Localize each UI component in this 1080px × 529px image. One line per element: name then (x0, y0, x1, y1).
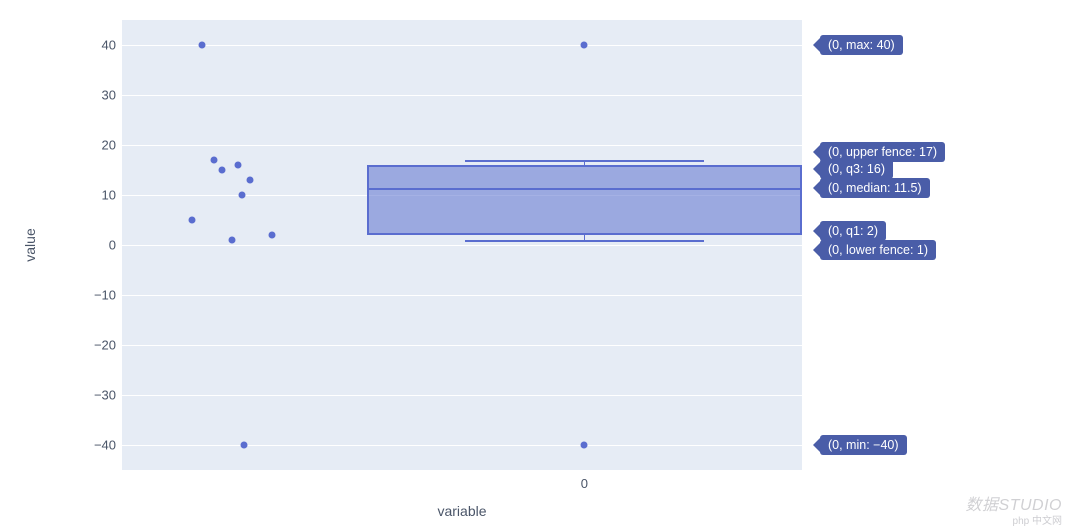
median-line (367, 188, 802, 190)
gridline (122, 45, 802, 46)
outlier-point[interactable] (581, 442, 588, 449)
x-tick-label: 0 (581, 476, 588, 491)
y-axis-label: value (22, 228, 38, 261)
gridline (122, 445, 802, 446)
gridline (122, 395, 802, 396)
annotation-median[interactable]: (0, median: 11.5) (820, 178, 930, 198)
y-tick-label: 40 (66, 38, 116, 53)
whisker-stem (584, 160, 586, 165)
gridline (122, 245, 802, 246)
scatter-point[interactable] (247, 177, 254, 184)
scatter-point[interactable] (241, 442, 248, 449)
watermark2: php 中文网 (1013, 512, 1062, 527)
scatter-point[interactable] (219, 167, 226, 174)
outlier-point[interactable] (581, 42, 588, 49)
annotation-q1[interactable]: (0, q1: 2) (820, 221, 886, 241)
boxplot-chart: value variable −40 −30 −20 −10 0 10 20 30 40 0 (… (0, 0, 1080, 529)
y-tick-label: −30 (66, 388, 116, 403)
annotation-max[interactable]: (0, max: 40) (820, 35, 903, 55)
gridline (122, 345, 802, 346)
scatter-point[interactable] (199, 42, 206, 49)
annotation-min[interactable]: (0, min: −40) (820, 435, 907, 455)
y-tick-label: −40 (66, 438, 116, 453)
whisker-stem (584, 235, 586, 240)
scatter-point[interactable] (239, 192, 246, 199)
y-tick-label: 0 (66, 238, 116, 253)
y-tick-label: 10 (66, 188, 116, 203)
x-axis-label: variable (437, 503, 486, 519)
y-tick-label: 20 (66, 138, 116, 153)
annotation-q3[interactable]: (0, q3: 16) (820, 159, 893, 179)
y-tick-label: −20 (66, 338, 116, 353)
gridline (122, 295, 802, 296)
y-tick-label: 30 (66, 88, 116, 103)
whisker-cap (465, 240, 704, 242)
scatter-point[interactable] (189, 217, 196, 224)
scatter-point[interactable] (211, 157, 218, 164)
scatter-point[interactable] (269, 232, 276, 239)
gridline (122, 95, 802, 96)
scatter-point[interactable] (229, 237, 236, 244)
plot-area (122, 20, 802, 470)
box[interactable] (367, 165, 802, 235)
y-tick-label: −10 (66, 288, 116, 303)
gridline (122, 145, 802, 146)
annotation-lower[interactable]: (0, lower fence: 1) (820, 240, 936, 260)
scatter-point[interactable] (235, 162, 242, 169)
